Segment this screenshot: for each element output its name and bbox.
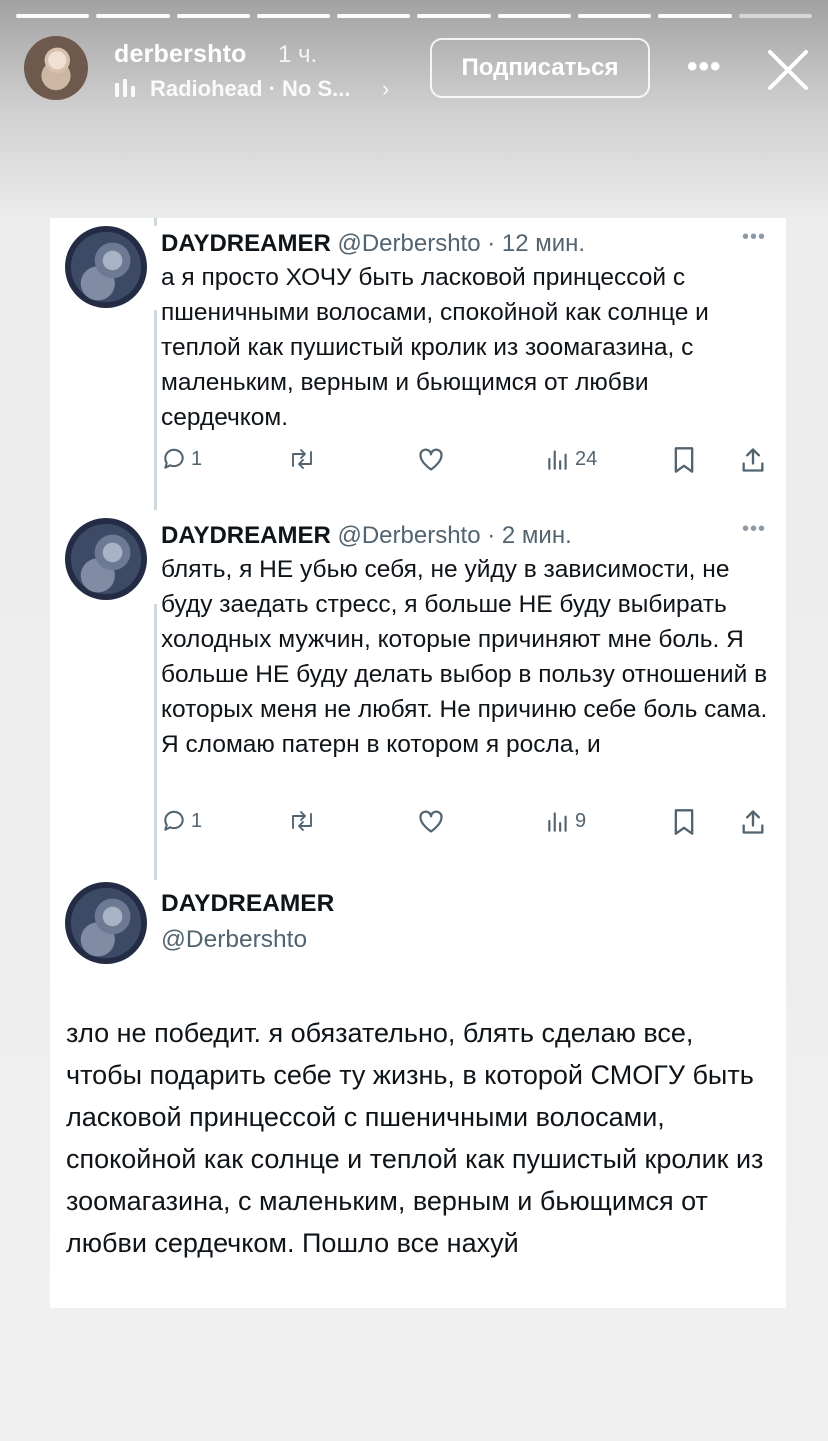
story-progress-bar bbox=[16, 14, 812, 18]
music-label[interactable]: Radiohead · No S... bbox=[150, 76, 350, 102]
story-username[interactable]: derbershto bbox=[114, 40, 247, 69]
story-time: 1 ч. bbox=[278, 41, 318, 68]
tweet-text: зло не победит. я обязательно, блять сде… bbox=[66, 1018, 764, 1258]
retweet-button[interactable] bbox=[287, 446, 317, 472]
progress-segment bbox=[578, 14, 652, 18]
progress-segment bbox=[256, 14, 331, 18]
tweet-actions: 1 9 bbox=[161, 808, 771, 838]
views-button[interactable]: 24 bbox=[545, 446, 597, 472]
progress-segment bbox=[417, 14, 491, 18]
share-icon bbox=[742, 448, 764, 472]
music-bars-icon bbox=[115, 79, 135, 97]
bookmark-button[interactable] bbox=[672, 446, 696, 474]
more-options-icon[interactable]: ••• bbox=[742, 226, 766, 249]
story-header: derbershto 1 ч. Radiohead · No S... › По… bbox=[22, 36, 808, 104]
tweet-time: · 2 мин. bbox=[487, 522, 572, 549]
retweet-button[interactable] bbox=[287, 808, 317, 834]
like-button[interactable] bbox=[417, 808, 445, 834]
heart-icon bbox=[419, 810, 443, 833]
progress-segment bbox=[738, 14, 812, 18]
reply-count: 1 bbox=[191, 447, 203, 470]
tweet: DAYDREAMER @Derbershto · 2 мин. ••• блят… bbox=[50, 516, 786, 856]
reply-button[interactable]: 1 bbox=[161, 446, 202, 472]
reply-icon bbox=[164, 810, 184, 831]
user-handle: @Derbershto bbox=[161, 926, 308, 953]
tweet-time: · 12 мин. bbox=[487, 230, 586, 257]
heart-icon bbox=[419, 448, 443, 471]
progress-segment bbox=[176, 14, 250, 18]
bookmark-button[interactable] bbox=[672, 808, 696, 836]
views-count: 24 bbox=[575, 447, 598, 470]
bookmark-icon bbox=[674, 809, 694, 835]
progress-segment bbox=[16, 14, 90, 18]
reply-button[interactable]: 1 bbox=[161, 808, 202, 834]
tweet-actions: 1 24 bbox=[161, 446, 771, 476]
progress-segment bbox=[96, 14, 170, 18]
tweet-header: DAYDREAMER @Derbershto · 12 мин. bbox=[161, 230, 585, 258]
retweet-icon bbox=[292, 811, 312, 831]
reply-count: 1 bbox=[191, 809, 203, 832]
views-count: 9 bbox=[575, 809, 587, 832]
follow-button[interactable]: Подписаться bbox=[430, 38, 650, 98]
views-chart-icon bbox=[548, 450, 567, 470]
profile-avatar[interactable] bbox=[24, 36, 88, 100]
like-button[interactable] bbox=[417, 446, 445, 472]
tweet-text: а я просто ХОЧУ быть ласковой принцессой… bbox=[161, 264, 709, 431]
tweet-thread-screenshot: DAYDREAMER @Derbershto · 12 мин. ••• а я… bbox=[50, 218, 786, 1308]
tweet-expanded: DAYDREAMER @Derbershto зло не победит. я… bbox=[50, 882, 786, 1302]
share-icon bbox=[742, 810, 764, 834]
close-icon[interactable] bbox=[766, 48, 810, 92]
share-button[interactable] bbox=[739, 446, 767, 474]
bookmark-icon bbox=[674, 447, 694, 473]
tweet-header: DAYDREAMER @Derbershto · 2 мин. bbox=[161, 522, 572, 550]
chevron-right-icon[interactable]: › bbox=[382, 76, 389, 102]
more-options-icon[interactable]: ••• bbox=[742, 518, 766, 541]
display-name: DAYDREAMER bbox=[161, 230, 331, 257]
avatar[interactable] bbox=[65, 226, 147, 308]
retweet-icon bbox=[292, 449, 312, 469]
display-name: DAYDREAMER bbox=[161, 522, 331, 549]
views-button[interactable]: 9 bbox=[545, 808, 586, 834]
views-chart-icon bbox=[548, 812, 567, 832]
share-button[interactable] bbox=[739, 808, 767, 836]
avatar[interactable] bbox=[65, 882, 147, 964]
avatar[interactable] bbox=[65, 518, 147, 600]
more-options-icon[interactable]: ••• bbox=[687, 50, 722, 84]
progress-segment bbox=[337, 14, 411, 18]
progress-segment bbox=[497, 14, 572, 18]
reply-icon bbox=[164, 448, 184, 469]
user-handle: @Derbershto bbox=[337, 522, 481, 549]
display-name: DAYDREAMER bbox=[161, 890, 335, 917]
user-handle: @Derbershto bbox=[337, 230, 481, 257]
tweet-text: блять, я НЕ убью себя, не уйду в зависим… bbox=[161, 556, 768, 758]
tweet: DAYDREAMER @Derbershto · 12 мин. ••• а я… bbox=[50, 224, 786, 494]
progress-segment bbox=[658, 14, 732, 18]
